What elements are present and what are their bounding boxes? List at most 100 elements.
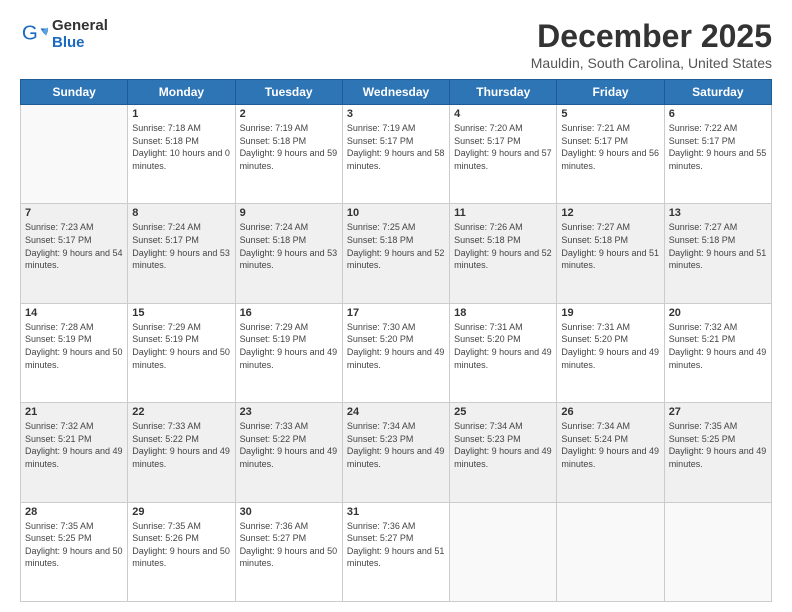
day-info: Sunrise: 7:27 AMSunset: 5:18 PMDaylight:… xyxy=(561,221,659,271)
day-number: 24 xyxy=(347,406,445,418)
day-info: Sunrise: 7:27 AMSunset: 5:18 PMDaylight:… xyxy=(669,221,767,271)
day-info: Sunrise: 7:33 AMSunset: 5:22 PMDaylight:… xyxy=(240,420,338,470)
day-number: 6 xyxy=(669,108,767,120)
day-info: Sunrise: 7:29 AMSunset: 5:19 PMDaylight:… xyxy=(132,321,230,371)
calendar-cell: 28Sunrise: 7:35 AMSunset: 5:25 PMDayligh… xyxy=(21,502,128,601)
day-info: Sunrise: 7:34 AMSunset: 5:24 PMDaylight:… xyxy=(561,420,659,470)
day-info: Sunrise: 7:19 AMSunset: 5:18 PMDaylight:… xyxy=(240,122,338,172)
col-header-sunday: Sunday xyxy=(21,80,128,105)
day-info: Sunrise: 7:35 AMSunset: 5:25 PMDaylight:… xyxy=(25,520,123,570)
col-header-thursday: Thursday xyxy=(450,80,557,105)
day-number: 2 xyxy=(240,108,338,120)
calendar-header-row: SundayMondayTuesdayWednesdayThursdayFrid… xyxy=(21,80,772,105)
calendar-cell xyxy=(450,502,557,601)
calendar-cell: 13 Sunrise: 7:27 AMSunset: 5:18 PMDayligh… xyxy=(664,204,771,303)
day-number: 11 xyxy=(454,207,552,219)
day-number: 21 xyxy=(25,406,123,418)
calendar-cell: 1Sunrise: 7:18 AMSunset: 5:18 PMDaylight… xyxy=(128,105,235,204)
col-header-tuesday: Tuesday xyxy=(235,80,342,105)
svg-text:G: G xyxy=(22,21,38,44)
col-header-saturday: Saturday xyxy=(664,80,771,105)
day-number: 8 xyxy=(132,207,230,219)
location: Mauldin, South Carolina, United States xyxy=(531,55,772,71)
day-info: Sunrise: 7:20 AMSunset: 5:17 PMDaylight:… xyxy=(454,122,552,172)
day-number: 25 xyxy=(454,406,552,418)
day-info: Sunrise: 7:32 AMSunset: 5:21 PMDaylight:… xyxy=(25,420,123,470)
day-number: 12 xyxy=(561,207,659,219)
day-number: 7 xyxy=(25,207,123,219)
logo-blue: Blue xyxy=(52,35,108,52)
day-info: Sunrise: 7:33 AMSunset: 5:22 PMDaylight:… xyxy=(132,420,230,470)
calendar-cell: 10Sunrise: 7:25 AMSunset: 5:18 PMDayligh… xyxy=(342,204,449,303)
calendar-cell: 2 Sunrise: 7:19 AMSunset: 5:18 PMDaylight… xyxy=(235,105,342,204)
day-number: 15 xyxy=(132,307,230,319)
title-block: December 2025 Mauldin, South Carolina, U… xyxy=(531,18,772,71)
calendar-cell: 30Sunrise: 7:36 AMSunset: 5:27 PMDayligh… xyxy=(235,502,342,601)
calendar-cell: 12 Sunrise: 7:27 AMSunset: 5:18 PMDayligh… xyxy=(557,204,664,303)
calendar-cell: 31 Sunrise: 7:36 AMSunset: 5:27 PMDayligh… xyxy=(342,502,449,601)
calendar-week-row: 7 Sunrise: 7:23 AMSunset: 5:17 PMDaylight… xyxy=(21,204,772,303)
day-number: 19 xyxy=(561,307,659,319)
day-info: Sunrise: 7:35 AMSunset: 5:26 PMDaylight:… xyxy=(132,520,230,570)
calendar-cell xyxy=(664,502,771,601)
calendar-cell: 23 Sunrise: 7:33 AMSunset: 5:22 PMDayligh… xyxy=(235,403,342,502)
calendar-cell: 11 Sunrise: 7:26 AMSunset: 5:18 PMDayligh… xyxy=(450,204,557,303)
day-info: Sunrise: 7:32 AMSunset: 5:21 PMDaylight:… xyxy=(669,321,767,371)
calendar-cell: 17Sunrise: 7:30 AMSunset: 5:20 PMDayligh… xyxy=(342,303,449,402)
day-number: 22 xyxy=(132,406,230,418)
day-info: Sunrise: 7:31 AMSunset: 5:20 PMDaylight:… xyxy=(561,321,659,371)
day-info: Sunrise: 7:23 AMSunset: 5:17 PMDaylight:… xyxy=(25,221,123,271)
day-info: Sunrise: 7:24 AMSunset: 5:18 PMDaylight:… xyxy=(240,221,338,271)
calendar-cell: 24Sunrise: 7:34 AMSunset: 5:23 PMDayligh… xyxy=(342,403,449,502)
calendar-cell: 5Sunrise: 7:21 AMSunset: 5:17 PMDaylight… xyxy=(557,105,664,204)
col-header-monday: Monday xyxy=(128,80,235,105)
col-header-friday: Friday xyxy=(557,80,664,105)
calendar-cell: 4 Sunrise: 7:20 AMSunset: 5:17 PMDaylight… xyxy=(450,105,557,204)
calendar-cell: 19 Sunrise: 7:31 AMSunset: 5:20 PMDayligh… xyxy=(557,303,664,402)
day-number: 10 xyxy=(347,207,445,219)
calendar-week-row: 28Sunrise: 7:35 AMSunset: 5:25 PMDayligh… xyxy=(21,502,772,601)
day-number: 9 xyxy=(240,207,338,219)
day-number: 26 xyxy=(561,406,659,418)
calendar-cell: 8Sunrise: 7:24 AMSunset: 5:17 PMDaylight… xyxy=(128,204,235,303)
logo-general: General xyxy=(52,18,108,35)
calendar-table: SundayMondayTuesdayWednesdayThursdayFrid… xyxy=(20,79,772,602)
calendar-cell xyxy=(557,502,664,601)
calendar-cell: 25 Sunrise: 7:34 AMSunset: 5:23 PMDayligh… xyxy=(450,403,557,502)
calendar-cell: 18Sunrise: 7:31 AMSunset: 5:20 PMDayligh… xyxy=(450,303,557,402)
day-info: Sunrise: 7:31 AMSunset: 5:20 PMDaylight:… xyxy=(454,321,552,371)
day-info: Sunrise: 7:35 AMSunset: 5:25 PMDaylight:… xyxy=(669,420,767,470)
day-info: Sunrise: 7:36 AMSunset: 5:27 PMDaylight:… xyxy=(347,520,445,570)
day-number: 5 xyxy=(561,108,659,120)
calendar-week-row: 14Sunrise: 7:28 AMSunset: 5:19 PMDayligh… xyxy=(21,303,772,402)
day-info: Sunrise: 7:28 AMSunset: 5:19 PMDaylight:… xyxy=(25,321,123,371)
calendar-cell: 9 Sunrise: 7:24 AMSunset: 5:18 PMDaylight… xyxy=(235,204,342,303)
calendar-page: G General Blue December 2025 Mauldin, So… xyxy=(0,0,792,612)
col-header-wednesday: Wednesday xyxy=(342,80,449,105)
logo-text: General Blue xyxy=(52,18,108,51)
calendar-cell: 14Sunrise: 7:28 AMSunset: 5:19 PMDayligh… xyxy=(21,303,128,402)
day-info: Sunrise: 7:30 AMSunset: 5:20 PMDaylight:… xyxy=(347,321,445,371)
day-number: 27 xyxy=(669,406,767,418)
calendar-cell: 26 Sunrise: 7:34 AMSunset: 5:24 PMDayligh… xyxy=(557,403,664,502)
calendar-cell: 21 Sunrise: 7:32 AMSunset: 5:21 PMDayligh… xyxy=(21,403,128,502)
calendar-cell: 27 Sunrise: 7:35 AMSunset: 5:25 PMDayligh… xyxy=(664,403,771,502)
logo-icon: G xyxy=(20,21,48,49)
day-number: 3 xyxy=(347,108,445,120)
day-number: 30 xyxy=(240,506,338,518)
day-number: 4 xyxy=(454,108,552,120)
day-info: Sunrise: 7:34 AMSunset: 5:23 PMDaylight:… xyxy=(454,420,552,470)
calendar-cell: 7 Sunrise: 7:23 AMSunset: 5:17 PMDaylight… xyxy=(21,204,128,303)
calendar-cell: 6 Sunrise: 7:22 AMSunset: 5:17 PMDaylight… xyxy=(664,105,771,204)
day-number: 23 xyxy=(240,406,338,418)
calendar-week-row: 1Sunrise: 7:18 AMSunset: 5:18 PMDaylight… xyxy=(21,105,772,204)
calendar-cell: 3Sunrise: 7:19 AMSunset: 5:17 PMDaylight… xyxy=(342,105,449,204)
day-info: Sunrise: 7:22 AMSunset: 5:17 PMDaylight:… xyxy=(669,122,767,172)
day-info: Sunrise: 7:26 AMSunset: 5:18 PMDaylight:… xyxy=(454,221,552,271)
day-number: 13 xyxy=(669,207,767,219)
day-number: 16 xyxy=(240,307,338,319)
day-number: 31 xyxy=(347,506,445,518)
calendar-cell: 16Sunrise: 7:29 AMSunset: 5:19 PMDayligh… xyxy=(235,303,342,402)
calendar-week-row: 21 Sunrise: 7:32 AMSunset: 5:21 PMDayligh… xyxy=(21,403,772,502)
calendar-cell: 22 Sunrise: 7:33 AMSunset: 5:22 PMDayligh… xyxy=(128,403,235,502)
